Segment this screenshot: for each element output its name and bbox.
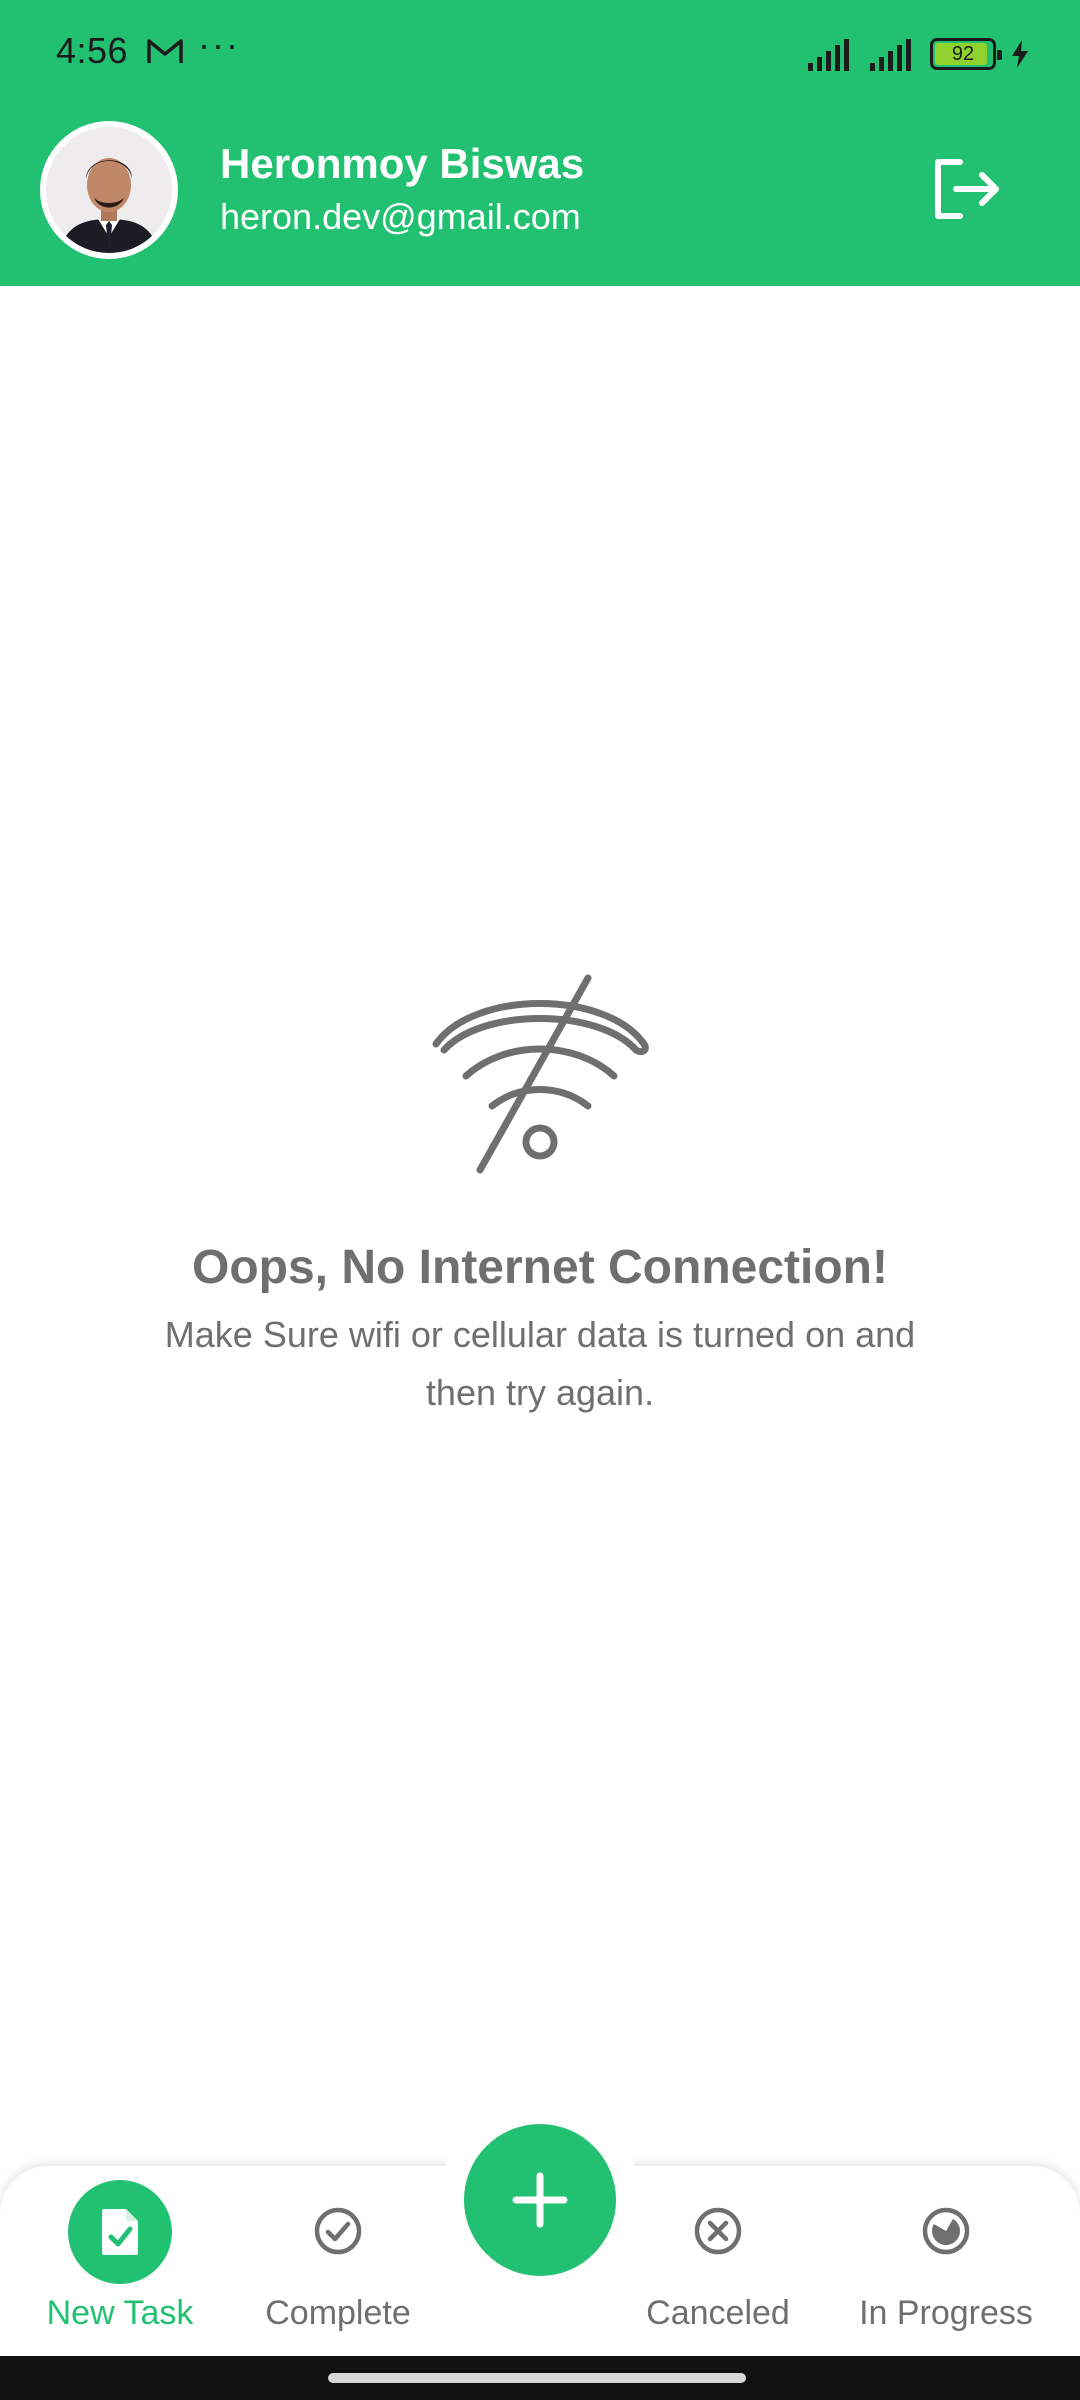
check-circle-icon xyxy=(314,2207,362,2255)
home-indicator[interactable] xyxy=(328,2373,746,2383)
tab-complete[interactable]: Complete xyxy=(238,2166,438,2356)
task-document-check-icon xyxy=(102,2209,138,2255)
gmail-icon xyxy=(147,39,183,63)
tab-label: Canceled xyxy=(646,2294,790,2332)
signal-icon xyxy=(808,39,849,71)
status-time: 4:56 xyxy=(56,30,129,71)
status-indicators: 92 xyxy=(806,36,1030,72)
empty-state-title: Oops, No Internet Connection! xyxy=(192,1241,888,1294)
battery-icon: 92 xyxy=(930,38,1002,70)
user-email: heron.dev@gmail.com xyxy=(220,196,581,237)
user-name: Heronmoy Biswas xyxy=(220,140,585,187)
logout-icon[interactable] xyxy=(930,156,1004,222)
signal-icon xyxy=(870,39,911,71)
charging-bolt-icon xyxy=(1012,40,1028,68)
tab-label: In Progress xyxy=(859,2294,1033,2332)
wifi-off-icon xyxy=(432,974,649,1174)
add-task-button[interactable] xyxy=(464,2124,616,2276)
tab-canceled[interactable]: Canceled xyxy=(618,2166,818,2356)
app-header: 4:56 ··· 92 Heronmoy Biswas heron.dev@gm… xyxy=(0,0,1080,286)
profile-photo xyxy=(46,127,172,253)
status-bar: 4:56 ··· 92 xyxy=(0,0,1080,110)
progress-pie-icon xyxy=(922,2207,970,2255)
empty-state-message: Make Sure wifi or cellular data is turne… xyxy=(164,1314,916,1413)
tab-in-progress[interactable]: In Progress xyxy=(836,2166,1056,2356)
tab-new-task[interactable]: New Task xyxy=(20,2166,220,2356)
active-tab-indicator xyxy=(68,2180,172,2284)
screen: 4:56 ··· 92 Heronmoy Biswas heron.dev@gm… xyxy=(0,0,1080,2400)
battery-percentage: 92 xyxy=(951,43,975,65)
cancel-circle-icon xyxy=(694,2207,742,2255)
avatar[interactable] xyxy=(40,121,178,259)
tab-label: Complete xyxy=(265,2294,411,2332)
tab-label: New Task xyxy=(46,2294,194,2332)
plus-icon xyxy=(512,2172,568,2228)
more-notifications-icon: ··· xyxy=(198,24,240,65)
